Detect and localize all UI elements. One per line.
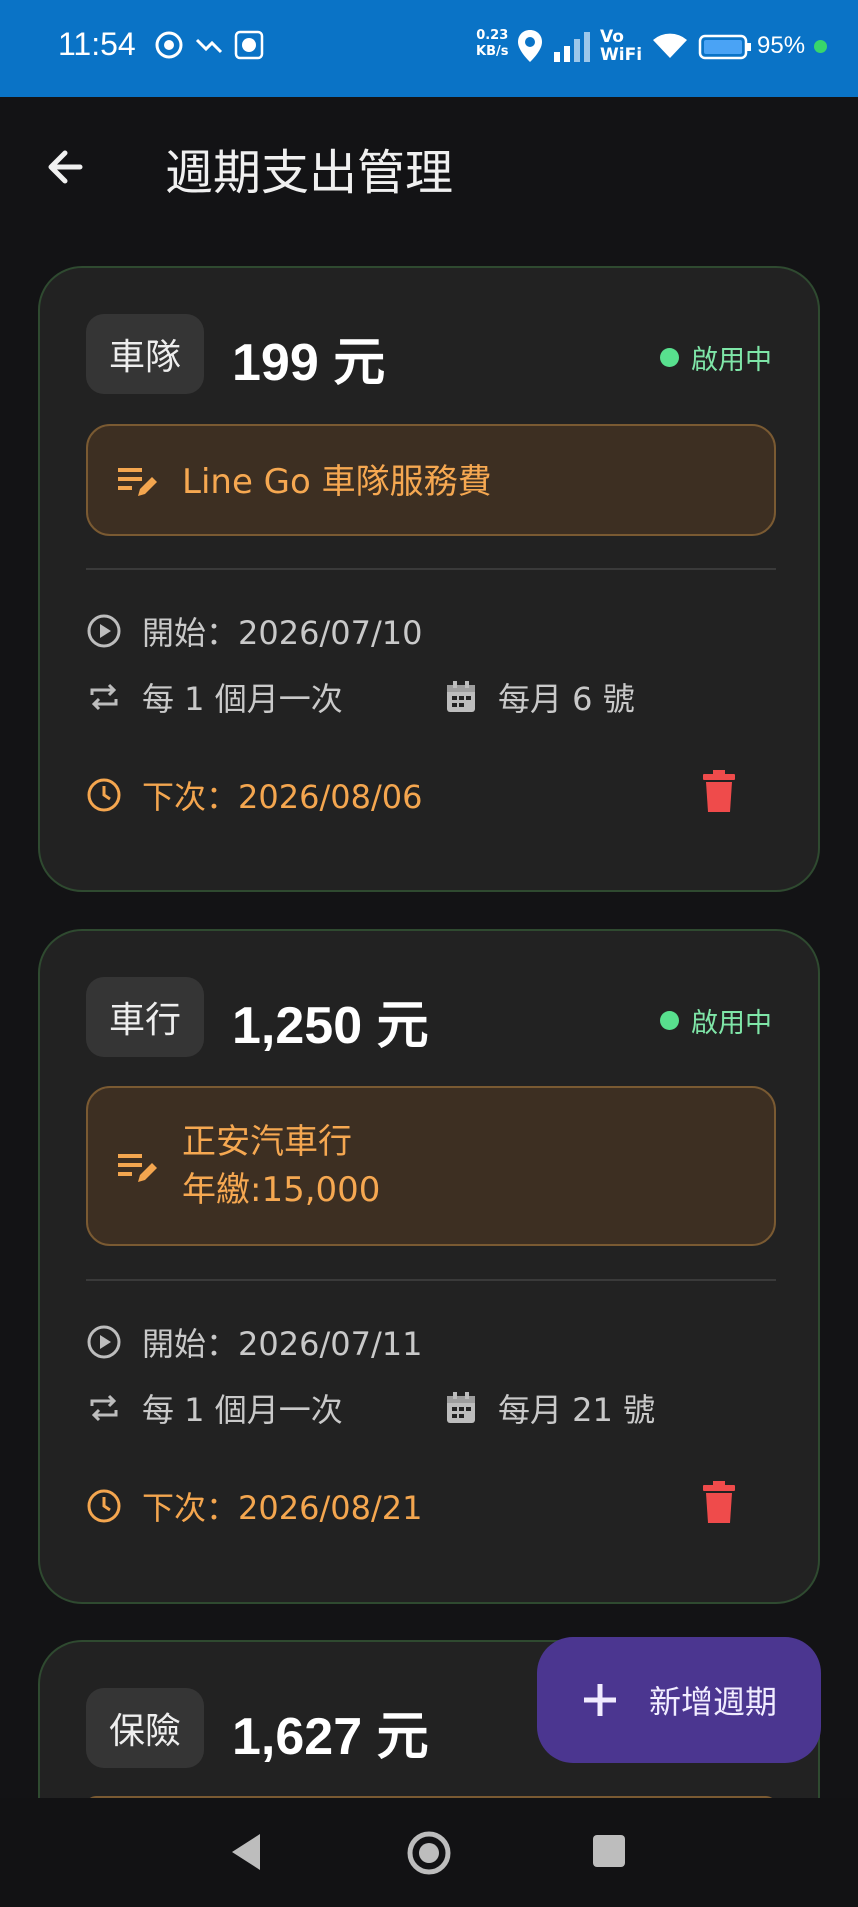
note-box: Line Go 車隊服務費	[86, 424, 776, 536]
status-time: 11:54	[58, 26, 136, 62]
app-bar: 週期支出管理	[0, 97, 858, 232]
delete-button[interactable]	[702, 1481, 736, 1527]
network-speed: 0.23 KB/s	[476, 28, 508, 60]
calendar-icon	[447, 1392, 475, 1423]
start-date-row: 開始：2026/07/10	[86, 608, 422, 654]
nav-back-button[interactable]	[228, 1832, 264, 1876]
system-nav-bar	[0, 1798, 858, 1907]
next-date-row: 下次：2026/08/06	[86, 772, 422, 818]
status-badge: 啟用中	[660, 1001, 772, 1040]
frequency-text: 每 1 個月一次	[142, 1391, 343, 1429]
divider	[86, 568, 776, 570]
billing-day-row: 每月 21 號	[444, 1385, 655, 1431]
app-icon	[234, 30, 264, 64]
recurring-expense-card[interactable]: 車隊 199 元 啟用中 Line Go 車隊服務費 開始：2026/07/10…	[38, 266, 820, 892]
net-speed-value: 0.23	[476, 28, 509, 43]
start-date: 開始：2026/07/10	[142, 614, 423, 652]
active-dot	[660, 1011, 679, 1030]
nav-home-button[interactable]	[406, 1830, 452, 1880]
wifi-icon	[651, 30, 689, 64]
billing-day: 每月 6 號	[498, 680, 635, 718]
vowifi-bottom: WiFi	[600, 45, 643, 65]
status-bar: 11:54 0.23 KB/s Vo WiFi 95%	[0, 0, 858, 97]
calendar-icon	[447, 681, 475, 712]
net-speed-unit: KB/s	[476, 44, 509, 59]
nav-recents-button[interactable]	[592, 1834, 626, 1872]
vowifi-indicator: Vo WiFi	[600, 28, 642, 64]
note-line-1: Line Go 車隊服務費	[182, 462, 492, 502]
add-recurring-button[interactable]: 新增週期	[537, 1637, 821, 1763]
expense-amount: 1,627 元	[232, 1708, 429, 1766]
note-box: 正安汽車行 年繳:15,000	[86, 1086, 776, 1246]
trash-icon	[703, 1481, 735, 1523]
trash-icon	[703, 770, 735, 812]
recurring-expense-card[interactable]: 車行 1,250 元 啟用中 正安汽車行 年繳:15,000 開始：2026/0…	[38, 929, 820, 1604]
trend-icon	[194, 30, 224, 64]
frequency-row: 每 1 個月一次	[86, 674, 343, 720]
vowifi-top: Vo	[600, 27, 624, 47]
category-chip: 車隊	[86, 314, 204, 394]
start-date-row: 開始：2026/07/11	[86, 1319, 422, 1365]
expense-amount: 1,250 元	[232, 997, 429, 1055]
location-icon	[516, 28, 544, 68]
start-date: 開始：2026/07/11	[142, 1325, 423, 1363]
divider	[86, 1279, 776, 1281]
next-date-row: 下次：2026/08/21	[86, 1483, 422, 1529]
triangle-back-icon	[232, 1834, 260, 1870]
plus-icon	[584, 1684, 616, 1716]
chrome-icon	[154, 30, 184, 64]
repeat-icon	[90, 683, 118, 711]
frequency-row: 每 1 個月一次	[86, 1385, 343, 1431]
status-badge: 啟用中	[660, 338, 772, 377]
billing-day-row: 每月 6 號	[444, 674, 635, 720]
square-recents-icon	[593, 1835, 625, 1867]
note-text: 正安汽車行 年繳:15,000	[182, 1118, 380, 1214]
clock-icon	[87, 1489, 121, 1523]
category-chip: 車行	[86, 977, 204, 1057]
back-button[interactable]	[38, 139, 94, 195]
battery-percent: 95%	[757, 32, 806, 59]
circle-home-icon	[407, 1831, 451, 1875]
add-recurring-label: 新增週期	[649, 1683, 778, 1721]
delete-button[interactable]	[702, 770, 736, 816]
clock-icon	[87, 778, 121, 812]
status-text: 啟用中	[691, 345, 772, 376]
signal-icon	[554, 30, 590, 66]
battery-icon	[698, 32, 752, 66]
active-dot	[660, 348, 679, 367]
next-date: 下次：2026/08/06	[142, 778, 423, 816]
billing-day: 每月 21 號	[498, 1391, 656, 1429]
note-line-2: 年繳:15,000	[182, 1170, 381, 1210]
page-title: 週期支出管理	[165, 145, 454, 201]
notes-edit-icon	[118, 1154, 157, 1182]
next-date: 下次：2026/08/21	[142, 1489, 423, 1527]
charging-dot	[814, 40, 827, 53]
frequency-text: 每 1 個月一次	[142, 680, 343, 718]
status-text: 啟用中	[691, 1008, 772, 1039]
notes-edit-icon	[118, 468, 157, 496]
play-circle-icon	[87, 1325, 121, 1359]
note-text: Line Go 車隊服務費	[182, 458, 492, 506]
expense-amount: 199 元	[232, 334, 386, 392]
arrow-left-icon	[48, 150, 83, 184]
repeat-icon	[90, 1394, 118, 1422]
play-circle-icon	[87, 614, 121, 648]
note-line-1: 正安汽車行	[182, 1122, 352, 1162]
category-chip: 保險	[86, 1688, 204, 1768]
